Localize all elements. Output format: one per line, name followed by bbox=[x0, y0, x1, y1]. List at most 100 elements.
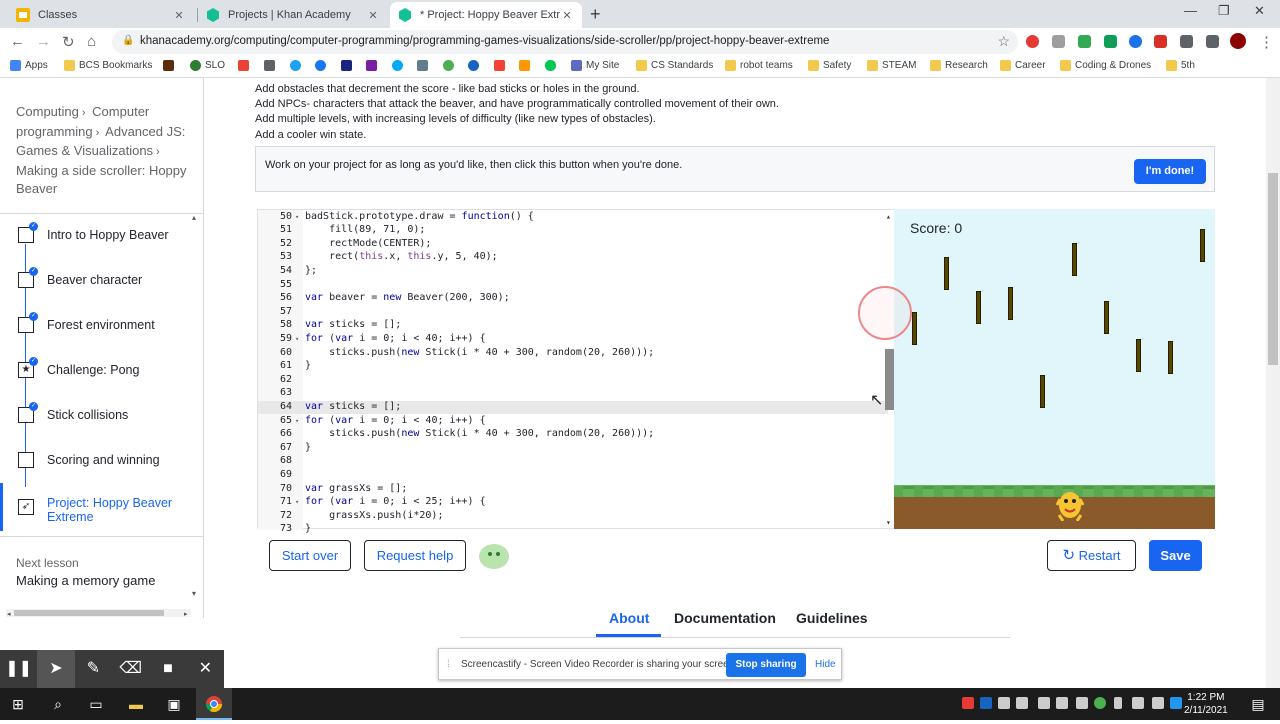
code-line[interactable]: 56 var beaver = new Beaver(200, 300); bbox=[258, 292, 888, 306]
code-line[interactable]: 71 ▾ for (var i = 0; i < 25; i++) { bbox=[258, 496, 888, 510]
bookmark-site[interactable] bbox=[443, 60, 458, 71]
bookmark-site[interactable] bbox=[341, 60, 356, 71]
hide-notification-button[interactable]: Hide bbox=[815, 659, 836, 670]
pen-tool-icon[interactable]: ✎ bbox=[75, 650, 112, 688]
address-bar[interactable]: 🔒 khanacademy.org/computing/computer-pro… bbox=[112, 30, 1018, 54]
cursor-tool-icon[interactable]: ➤ bbox=[37, 650, 75, 688]
code-line[interactable]: 63 bbox=[258, 387, 888, 401]
close-tab-icon[interactable]: ✕ bbox=[366, 9, 380, 22]
code-line[interactable]: 66 sticks.push(new Stick(i * 40 + 300, r… bbox=[258, 428, 888, 442]
close-tab-icon[interactable]: ✕ bbox=[560, 9, 574, 22]
bookmark-cs-standards[interactable]: CS Standards bbox=[636, 60, 713, 71]
new-tab-plus-icon[interactable]: + bbox=[590, 4, 601, 25]
code-line[interactable]: 70 var grassXs = []; bbox=[258, 483, 888, 497]
webcam-icon[interactable]: ■ bbox=[149, 650, 186, 688]
tab-guidelines[interactable]: Guidelines bbox=[796, 610, 868, 626]
tray-icon[interactable] bbox=[1076, 697, 1088, 709]
page-scroll-thumb[interactable] bbox=[1268, 173, 1278, 365]
extension-icon[interactable] bbox=[1052, 35, 1065, 48]
profile-avatar[interactable] bbox=[1230, 33, 1246, 49]
reload-icon[interactable]: ↻ bbox=[62, 33, 75, 51]
network-icon[interactable] bbox=[1132, 697, 1144, 709]
code-line[interactable]: 73} bbox=[258, 523, 888, 537]
lesson-item[interactable]: ✓ Beaver character bbox=[0, 260, 190, 300]
bookmark-twitter[interactable] bbox=[290, 60, 305, 71]
minimize-icon[interactable]: — bbox=[1184, 3, 1197, 18]
tab-about[interactable]: About bbox=[609, 610, 649, 626]
browser-tab-projects[interactable]: Projects | Khan Academy ✕ bbox=[198, 2, 388, 28]
bookmark-career[interactable]: Career bbox=[1000, 60, 1046, 71]
bluetooth-icon[interactable] bbox=[980, 697, 992, 709]
chrome-menu-icon[interactable]: ⋮ bbox=[1259, 33, 1274, 51]
request-help-button[interactable]: Request help bbox=[364, 540, 466, 571]
code-line[interactable]: 53 rect(this.x, this.y, 5, 40); bbox=[258, 251, 888, 265]
bookmark-site[interactable] bbox=[264, 60, 279, 71]
tray-icon[interactable] bbox=[998, 697, 1010, 709]
code-line[interactable]: 72 grassXs.push(i*20); bbox=[258, 510, 888, 524]
code-line[interactable]: 67} bbox=[258, 442, 888, 456]
code-line[interactable]: 69 bbox=[258, 469, 888, 483]
bookmark-star-icon[interactable]: ☆ bbox=[997, 33, 1010, 50]
fold-arrow-icon[interactable]: ▾ bbox=[295, 213, 303, 221]
extension-icon[interactable] bbox=[1026, 35, 1039, 48]
lesson-item[interactable]: ★ ✓ Challenge: Pong bbox=[0, 350, 190, 390]
code-line[interactable]: 60 sticks.push(new Stick(i * 40 + 300, r… bbox=[258, 347, 888, 361]
system-clock[interactable]: 1:22 PM 2/11/2021 bbox=[1184, 691, 1228, 717]
sidebar-horizontal-scrollbar[interactable]: ◂ ▸ bbox=[6, 604, 191, 618]
breadcrumb-link-side-scroller[interactable]: Making a side scroller: Hoppy Beaver bbox=[16, 163, 187, 197]
code-line[interactable]: 52 rectMode(CENTER); bbox=[258, 238, 888, 252]
browser-tab-project-hoppy-beaver[interactable]: * Project: Hoppy Beaver Extreme ✕ bbox=[390, 2, 582, 28]
tray-icon[interactable] bbox=[1094, 697, 1106, 709]
code-line[interactable]: 54}; bbox=[258, 265, 888, 279]
restore-icon[interactable]: ❐ bbox=[1218, 3, 1230, 19]
stop-sharing-button[interactable]: Stop sharing bbox=[726, 653, 806, 677]
volume-icon[interactable] bbox=[1152, 697, 1164, 709]
tray-icon[interactable] bbox=[962, 697, 974, 709]
bookmark-research[interactable]: Research bbox=[930, 60, 988, 71]
oh-noes-error-buddy-icon[interactable] bbox=[479, 544, 509, 569]
bookmark-robot-teams[interactable]: robot teams bbox=[725, 60, 793, 71]
code-line[interactable]: 51 fill(89, 71, 0); bbox=[258, 224, 888, 238]
extension-icon[interactable] bbox=[1180, 35, 1193, 48]
back-arrow-icon[interactable]: ← bbox=[10, 33, 25, 50]
lesson-item[interactable]: ✓ Stick collisions bbox=[0, 395, 190, 435]
eraser-tool-icon[interactable]: ⌫ bbox=[112, 650, 149, 688]
pause-icon[interactable]: ❚❚ bbox=[0, 650, 37, 688]
code-line[interactable]: 61} bbox=[258, 360, 888, 374]
extension-icon[interactable] bbox=[1154, 35, 1167, 48]
code-line[interactable]: 57 bbox=[258, 306, 888, 320]
bookmark-gmail[interactable] bbox=[238, 60, 253, 71]
microphone-icon[interactable] bbox=[1114, 697, 1122, 709]
sidebar-vertical-scrollbar[interactable]: ▴ ▾ bbox=[190, 208, 203, 598]
bookmark-site[interactable] bbox=[366, 60, 381, 71]
bookmark-coding-drones[interactable]: Coding & Drones bbox=[1060, 60, 1151, 71]
file-explorer-icon[interactable]: ▬ bbox=[118, 688, 154, 720]
bookmark-steam[interactable]: STEAM bbox=[867, 60, 916, 71]
chrome-taskbar-icon[interactable] bbox=[196, 688, 232, 720]
tray-icon[interactable] bbox=[1038, 697, 1050, 709]
notifications-icon[interactable]: ▤ bbox=[1240, 688, 1276, 720]
code-line[interactable]: 64 var sticks = []; bbox=[258, 400, 888, 415]
code-line[interactable]: 62 bbox=[258, 374, 888, 388]
search-icon[interactable]: ⌕ bbox=[40, 688, 76, 720]
bookmark-slo[interactable]: SLO bbox=[190, 60, 225, 71]
bookmark-site[interactable] bbox=[468, 60, 483, 71]
browser-tab-classes[interactable]: Classes ✕ bbox=[8, 2, 194, 28]
im-done-button[interactable]: I'm done! bbox=[1134, 159, 1206, 184]
code-editor[interactable]: 50 ▾ badStick.prototype.draw = function() … bbox=[257, 209, 895, 534]
bookmark-site[interactable] bbox=[494, 60, 509, 71]
extension-icon[interactable] bbox=[1078, 35, 1091, 48]
fold-arrow-icon[interactable]: ▾ bbox=[295, 498, 303, 506]
drag-handle-icon[interactable]: ⁞ bbox=[447, 659, 450, 670]
fold-arrow-icon[interactable]: ▾ bbox=[295, 335, 303, 343]
code-line[interactable]: 65 ▾ for (var i = 0; i < 40; i++) { bbox=[258, 415, 888, 429]
bookmark-icon-only[interactable] bbox=[163, 60, 178, 71]
page-scrollbar[interactable] bbox=[1266, 78, 1280, 688]
bookmark-site[interactable] bbox=[392, 60, 407, 71]
close-window-icon[interactable]: ✕ bbox=[1254, 3, 1265, 19]
bookmark-facebook[interactable] bbox=[315, 60, 330, 71]
bookmark-my-site[interactable]: My Site bbox=[571, 60, 619, 71]
store-icon[interactable]: ▣ bbox=[156, 688, 192, 720]
tray-icon[interactable] bbox=[1170, 697, 1182, 709]
restart-button[interactable]: ↻ Restart bbox=[1047, 540, 1136, 571]
